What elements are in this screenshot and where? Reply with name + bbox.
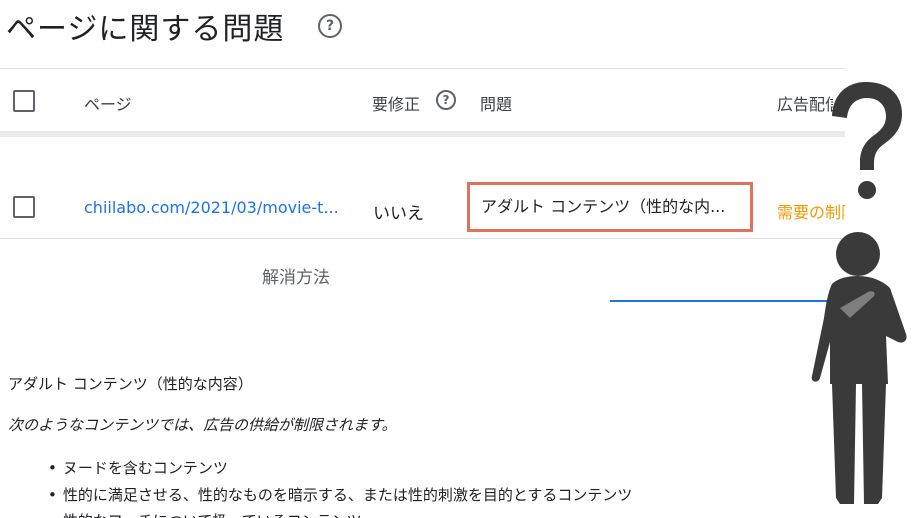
table-row-divider	[0, 238, 845, 239]
resolve-tab[interactable]: 解消方法	[262, 263, 330, 288]
confused-person-question-mark-icon	[811, 82, 907, 504]
list-item: ヌードを含むコンテンツ	[48, 457, 228, 478]
list-item: 性的なフェチについて扱っているコンテンツ	[48, 510, 362, 518]
column-header-needs-fix[interactable]: 要修正	[372, 91, 420, 115]
column-header-page[interactable]: ページ	[84, 91, 132, 115]
detail-note: 次のようなコンテンツでは、広告の供給が制限されます。	[8, 416, 397, 434]
row-checkbox[interactable]	[13, 196, 35, 218]
list-item: 性的に満足させる、性的なものを暗示する、または性的刺激を目的とするコンテンツ	[48, 484, 633, 505]
needs-fix-value: いいえ	[373, 204, 424, 224]
detail-heading: アダルト コンテンツ（性的な内容）	[8, 375, 253, 393]
table-header-divider	[0, 131, 845, 137]
needs-fix-help-icon[interactable]: ?	[436, 90, 456, 110]
select-all-checkbox[interactable]	[13, 90, 35, 112]
issue-cell-highlighted[interactable]: アダルト コンテンツ（性的な内...	[467, 182, 753, 232]
help-circle-icon[interactable]: ?	[318, 14, 342, 38]
page-url-link[interactable]: chiilabo.com/2021/03/movie-t...	[84, 198, 339, 217]
table-top-divider	[0, 68, 845, 69]
page-title: ページに関する問題	[6, 12, 285, 47]
column-header-issue[interactable]: 問題	[480, 91, 512, 115]
